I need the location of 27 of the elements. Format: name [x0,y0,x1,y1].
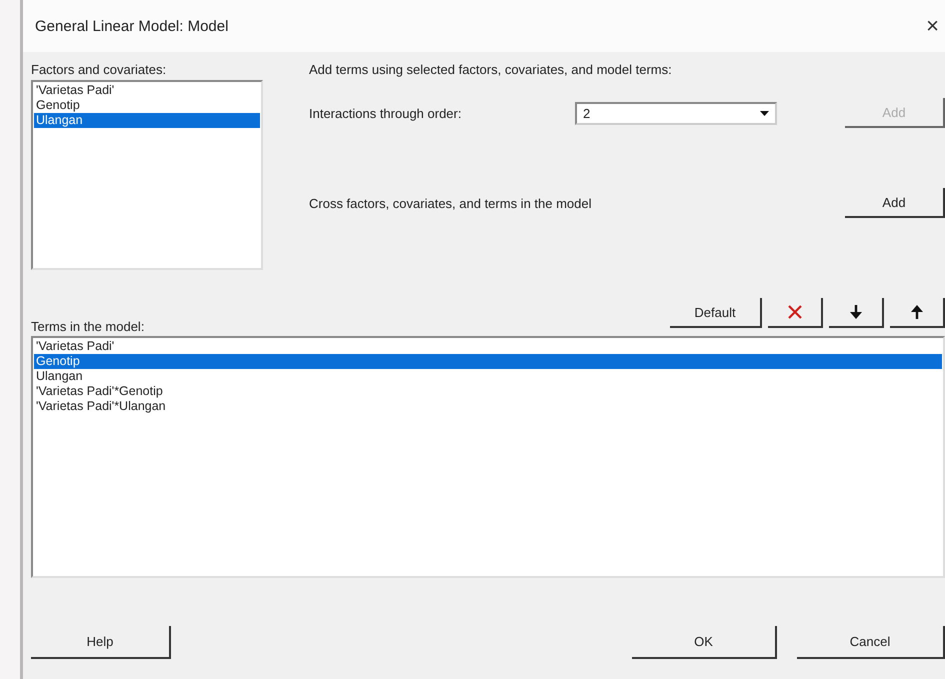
arrow-down-icon [850,305,862,319]
field-label: Cross factors, covariates, and terms in the model [309,196,592,210]
close-button[interactable]: × [920,13,945,39]
default-button[interactable]: Default [670,298,762,328]
terms-list[interactable]: 'Varietas Padi' Genotip Ulangan 'Varietas Padi'*Genotip 'Varietas Padi'*Ulangan [31,336,945,578]
list-item[interactable]: 'Varietas Padi' [34,339,942,354]
ok-button[interactable]: OK [632,626,777,659]
order-dropdown[interactable]: 2 [575,102,777,124]
list-item[interactable]: Ulangan [34,369,942,384]
list-label: Terms in the model: [31,319,144,334]
caret-icon [760,110,769,116]
list-item[interactable]: 'Varietas Padi' [34,83,260,98]
list-item[interactable]: Genotip [34,354,942,369]
arrow-up-icon [910,305,922,319]
list-item[interactable]: Ulangan [34,113,260,128]
add-button[interactable]: Add [845,188,945,218]
close-icon [786,305,802,319]
cancel-button[interactable]: Cancel [797,626,945,659]
list-item[interactable]: Genotip [34,98,260,113]
list-item[interactable]: 'Varietas Padi'*Ulangan [34,399,942,414]
list-label: Factors and covariates: [31,62,168,77]
section-heading: Add terms using selected factors, covariates, and model terms: [309,62,673,77]
window-title: General Linear Model: Model [35,18,228,34]
list-item[interactable]: 'Varietas Padi'*Genotip [34,384,942,399]
field-label: Interactions through order: [309,106,462,120]
help-button[interactable]: Help [31,626,171,659]
factors-list[interactable]: 'Varietas Padi' Genotip Ulangan [31,80,263,270]
